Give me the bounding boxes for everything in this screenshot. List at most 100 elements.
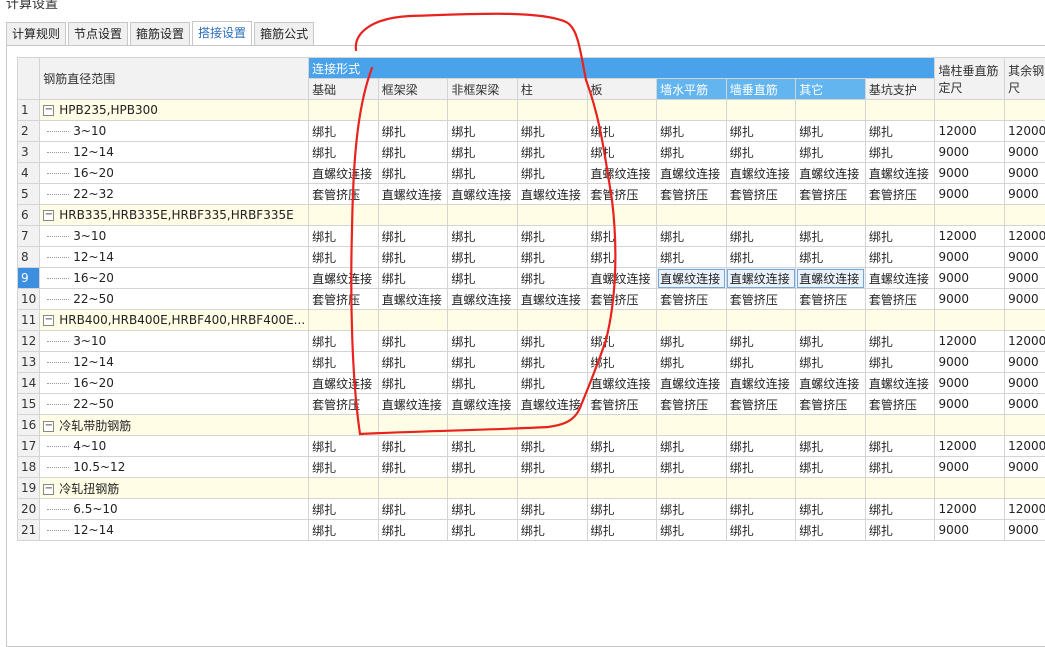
cell-frame-beam[interactable]: 直螺纹连接 — [378, 184, 448, 205]
cell-foundation[interactable]: 绑扎 — [309, 331, 379, 352]
row-number[interactable]: 13 — [18, 352, 40, 373]
cell-wall-column-length[interactable]: 12000 — [935, 436, 1005, 457]
row-number[interactable]: 8 — [18, 247, 40, 268]
cell-wall-horizontal[interactable]: 绑扎 — [657, 457, 727, 478]
cell-other-length[interactable] — [1005, 478, 1045, 499]
cell-wall-column-length[interactable]: 9000 — [935, 352, 1005, 373]
cell-pit-support[interactable]: 直螺纹连接 — [865, 373, 935, 394]
cell-foundation[interactable] — [309, 415, 379, 436]
table-row[interactable]: 312~14绑扎绑扎绑扎绑扎绑扎绑扎绑扎绑扎绑扎90009000 — [18, 142, 1045, 163]
cell-wall-horizontal[interactable]: 绑扎 — [657, 499, 727, 520]
group-row[interactable]: 11−HRB400,HRB400E,HRBF400,HRBF400E... — [18, 310, 1045, 331]
cell-slab[interactable]: 绑扎 — [587, 457, 657, 478]
cell-other-length[interactable]: 12000 — [1005, 436, 1045, 457]
table-row[interactable]: 916~20直螺纹连接绑扎绑扎绑扎直螺纹连接直螺纹连接直螺纹连接直螺纹连接直螺纹… — [18, 268, 1045, 289]
cell-frame-beam[interactable] — [378, 100, 448, 121]
cell-column[interactable]: 绑扎 — [517, 268, 587, 289]
row-number[interactable]: 7 — [18, 226, 40, 247]
rebar-grade-group[interactable]: −HPB235,HPB300 — [40, 100, 309, 121]
cell-wall-horizontal[interactable]: 直螺纹连接 — [657, 268, 727, 289]
cell-other[interactable] — [796, 415, 866, 436]
cell-slab[interactable] — [587, 415, 657, 436]
cell-non-frame-beam[interactable]: 绑扎 — [448, 226, 518, 247]
row-number[interactable]: 9 — [18, 268, 40, 289]
cell-slab[interactable]: 绑扎 — [587, 142, 657, 163]
cell-slab[interactable]: 绑扎 — [587, 520, 657, 541]
cell-pit-support[interactable]: 套管挤压 — [865, 394, 935, 415]
tab-stirrup-formula[interactable]: 箍筋公式 — [254, 22, 314, 45]
cell-frame-beam[interactable]: 绑扎 — [378, 163, 448, 184]
cell-foundation[interactable]: 绑扎 — [309, 352, 379, 373]
cell-other[interactable]: 绑扎 — [796, 352, 866, 373]
table-row[interactable]: 1522~50套管挤压直螺纹连接直螺纹连接直螺纹连接套管挤压套管挤压套管挤压套管… — [18, 394, 1045, 415]
table-row[interactable]: 812~14绑扎绑扎绑扎绑扎绑扎绑扎绑扎绑扎绑扎90009000 — [18, 247, 1045, 268]
cell-frame-beam[interactable]: 绑扎 — [378, 352, 448, 373]
cell-column[interactable]: 绑扎 — [517, 457, 587, 478]
cell-wall-vertical[interactable] — [726, 415, 796, 436]
cell-foundation[interactable]: 绑扎 — [309, 121, 379, 142]
cell-wall-column-length[interactable]: 9000 — [935, 247, 1005, 268]
diameter-range[interactable]: 12~14 — [40, 520, 309, 541]
cell-frame-beam[interactable]: 绑扎 — [378, 520, 448, 541]
row-number[interactable]: 1 — [18, 100, 40, 121]
cell-wall-vertical[interactable]: 直螺纹连接 — [726, 373, 796, 394]
cell-other[interactable]: 套管挤压 — [796, 184, 866, 205]
cell-column[interactable]: 绑扎 — [517, 373, 587, 394]
diameter-range[interactable]: 12~14 — [40, 352, 309, 373]
cell-pit-support[interactable] — [865, 100, 935, 121]
cell-wall-horizontal[interactable]: 直螺纹连接 — [657, 163, 727, 184]
cell-column[interactable]: 绑扎 — [517, 331, 587, 352]
cell-non-frame-beam[interactable] — [448, 478, 518, 499]
row-number[interactable]: 16 — [18, 415, 40, 436]
cell-wall-vertical[interactable]: 绑扎 — [726, 226, 796, 247]
cell-other-length[interactable]: 9000 — [1005, 142, 1045, 163]
cell-pit-support[interactable] — [865, 478, 935, 499]
cell-wall-column-length[interactable] — [935, 478, 1005, 499]
cell-wall-column-length[interactable]: 9000 — [935, 163, 1005, 184]
cell-frame-beam[interactable] — [378, 478, 448, 499]
cell-wall-horizontal[interactable]: 绑扎 — [657, 226, 727, 247]
cell-other-length[interactable]: 9000 — [1005, 289, 1045, 310]
cell-foundation[interactable] — [309, 100, 379, 121]
cell-frame-beam[interactable]: 绑扎 — [378, 457, 448, 478]
cell-slab[interactable]: 套管挤压 — [587, 394, 657, 415]
cell-wall-column-length[interactable]: 9000 — [935, 373, 1005, 394]
diameter-range[interactable]: 22~32 — [40, 184, 309, 205]
row-number[interactable]: 6 — [18, 205, 40, 226]
cell-wall-column-length[interactable]: 9000 — [935, 457, 1005, 478]
table-row[interactable]: 73~10绑扎绑扎绑扎绑扎绑扎绑扎绑扎绑扎绑扎1200012000 — [18, 226, 1045, 247]
diameter-range[interactable]: 4~10 — [40, 436, 309, 457]
cell-other-length[interactable]: 9000 — [1005, 184, 1045, 205]
cell-other[interactable] — [796, 100, 866, 121]
cell-frame-beam[interactable]: 绑扎 — [378, 247, 448, 268]
cell-non-frame-beam[interactable]: 绑扎 — [448, 142, 518, 163]
cell-frame-beam[interactable] — [378, 415, 448, 436]
cell-other[interactable]: 绑扎 — [796, 142, 866, 163]
tab-node-settings[interactable]: 节点设置 — [68, 22, 128, 45]
cell-foundation[interactable]: 直螺纹连接 — [309, 268, 379, 289]
cell-pit-support[interactable]: 绑扎 — [865, 499, 935, 520]
diameter-range[interactable]: 22~50 — [40, 289, 309, 310]
cell-frame-beam[interactable]: 绑扎 — [378, 121, 448, 142]
cell-column[interactable]: 绑扎 — [517, 436, 587, 457]
cell-column[interactable]: 绑扎 — [517, 499, 587, 520]
diameter-range[interactable]: 12~14 — [40, 247, 309, 268]
table-row[interactable]: 1810.5~12绑扎绑扎绑扎绑扎绑扎绑扎绑扎绑扎绑扎90009000 — [18, 457, 1045, 478]
cell-column[interactable]: 绑扎 — [517, 142, 587, 163]
cell-pit-support[interactable]: 绑扎 — [865, 352, 935, 373]
rebar-grade-group[interactable]: −冷轧带肋钢筋 — [40, 415, 309, 436]
cell-wall-column-length[interactable] — [935, 415, 1005, 436]
table-row[interactable]: 206.5~10绑扎绑扎绑扎绑扎绑扎绑扎绑扎绑扎绑扎1200012000 — [18, 499, 1045, 520]
cell-other-length[interactable]: 12000 — [1005, 226, 1045, 247]
cell-wall-horizontal[interactable]: 绑扎 — [657, 331, 727, 352]
cell-wall-column-length[interactable]: 9000 — [935, 184, 1005, 205]
minus-box-icon[interactable]: − — [43, 315, 54, 326]
cell-slab[interactable]: 绑扎 — [587, 436, 657, 457]
cell-pit-support[interactable]: 绑扎 — [865, 142, 935, 163]
cell-pit-support[interactable] — [865, 415, 935, 436]
cell-non-frame-beam[interactable]: 直螺纹连接 — [448, 289, 518, 310]
cell-other[interactable]: 绑扎 — [796, 436, 866, 457]
rebar-grade-group[interactable]: −冷轧扭钢筋 — [40, 478, 309, 499]
cell-wall-column-length[interactable]: 9000 — [935, 268, 1005, 289]
cell-wall-column-length[interactable]: 12000 — [935, 499, 1005, 520]
